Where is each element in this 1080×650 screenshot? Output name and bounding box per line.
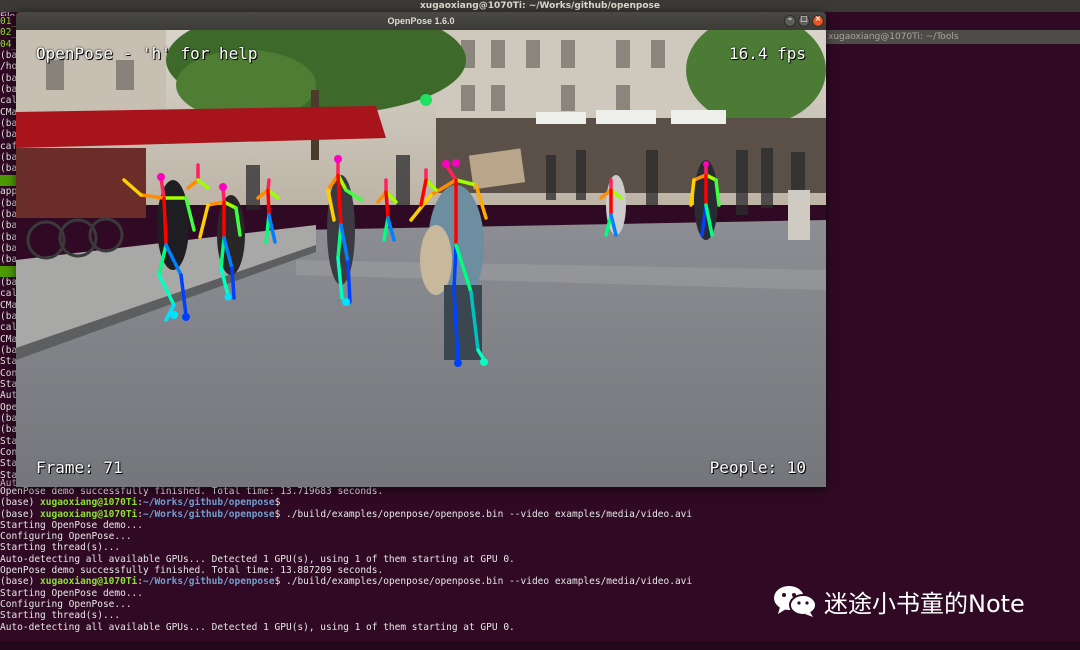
terminal-strip-line: (ba xyxy=(0,118,16,130)
watermark-text: 迷途小书童的Note xyxy=(824,589,1025,618)
people-counter-overlay: People: 10 xyxy=(709,458,806,477)
street-scene xyxy=(16,30,826,487)
minimize-button[interactable]: – xyxy=(784,14,796,27)
terminal-text: Auto-detecting all available GPUs... Det… xyxy=(0,621,515,633)
bollard xyxy=(788,190,810,240)
prompt-path: ~/Works/github/openpose xyxy=(143,497,275,509)
terminal-line: OpenPose demo successfully finished. Tot… xyxy=(0,486,1080,497)
openpose-window-title: OpenPose 1.6.0 xyxy=(387,16,455,26)
terminal-line: Configuring OpenPose... xyxy=(0,531,1080,542)
terminal-strip-line: Aut xyxy=(0,390,16,402)
terminal-text: OpenPose demo successfully finished. Tot… xyxy=(0,486,384,497)
terminal-line: (base) xugaoxiang@1070Ti:~/Works/github/… xyxy=(0,497,1080,508)
terminal-strip-line: caf xyxy=(0,140,16,152)
terminal-text: Auto-detecting all available GPUs... Det… xyxy=(0,553,515,565)
terminal-text: $ ./build/examples/openpose/openpose.bin… xyxy=(274,508,693,520)
fps-overlay: 16.4 fps xyxy=(728,44,806,63)
terminal-strip-line: CMa xyxy=(0,333,16,345)
watermark: 迷途小书童的Note xyxy=(772,584,1025,618)
terminal-strip-line: app xyxy=(0,186,16,198)
terminal-strip-line: 01_ xyxy=(0,16,16,27)
terminal-strip-line: (ba xyxy=(0,163,16,175)
background-terminal-title[interactable]: xugaoxiang@1070Ti: ~/Tools xyxy=(826,30,1080,44)
terminal-text: $ xyxy=(274,497,281,509)
terminal-strip-line xyxy=(0,265,16,277)
terminal-text: $ ./build/examples/openpose/openpose.bin… xyxy=(274,576,693,588)
terminal-strip-line: cal xyxy=(0,322,16,334)
maximize-icon: □ xyxy=(800,14,808,23)
maximize-button[interactable]: □ xyxy=(798,14,810,27)
terminal-text: Configuring OpenPose... xyxy=(0,598,132,610)
terminal-strip-line: (ba xyxy=(0,197,16,209)
terminal-strip-line: CMa xyxy=(0,106,16,118)
frame-counter-overlay: Frame: 71 xyxy=(36,458,123,477)
openpose-titlebar[interactable]: OpenPose 1.6.0 – □ × xyxy=(16,12,826,30)
terminal-line: Auto-detecting all available GPUs... Det… xyxy=(0,554,1080,565)
terminal-strip-line: (ba xyxy=(0,84,16,96)
terminal-strip-line: (ba xyxy=(0,50,16,62)
bicycles xyxy=(26,217,124,260)
terminal-line: Starting thread(s)... xyxy=(0,542,1080,553)
terminal-strip-line: (ba xyxy=(0,254,16,266)
terminal-text: Starting OpenPose demo... xyxy=(0,587,143,599)
terminal-text: OpenPose demo successfully finished. Tot… xyxy=(0,565,384,577)
terminal-strip-line: cal xyxy=(0,288,16,300)
terminal-left-strip: 01_ 02_ 04_ (ba/ho (ba (ba cal CMa (ba (ba caf (ba(… xyxy=(0,16,16,486)
terminal-strip-line: (ba xyxy=(0,242,16,254)
close-button[interactable]: × xyxy=(812,14,824,27)
terminal-strip-line: (ba xyxy=(0,152,16,164)
terminal-strip-line: (ba xyxy=(0,129,16,141)
video-frame: OpenPose - 'h' for help 16.4 fps Frame: … xyxy=(16,30,826,487)
terminal-strip-line: (ba xyxy=(0,310,16,322)
terminal-strip-line: 02_ xyxy=(0,27,16,39)
terminal-text: Configuring OpenPose... xyxy=(0,531,132,543)
terminal-strip-line: (ba xyxy=(0,72,16,84)
terminal-bottom-edge xyxy=(0,641,1080,650)
wechat-icon xyxy=(774,586,817,617)
help-overlay: OpenPose - 'h' for help xyxy=(36,44,258,63)
terminal-strip-line: CMa xyxy=(0,299,16,311)
terminal-strip-line: (ba xyxy=(0,231,16,243)
prompt-path: ~/Works/github/openpose xyxy=(143,508,275,520)
close-icon: × xyxy=(814,14,822,23)
active-window-title: xugaoxiang@1070Ti: ~/Works/github/openpo… xyxy=(419,1,660,11)
minimize-icon: – xyxy=(788,14,792,23)
terminal-strip-line: (ba xyxy=(0,220,16,232)
terminal-strip-line: Sta xyxy=(0,356,16,368)
terminal-text: Starting thread(s)... xyxy=(0,610,121,622)
terminal-strip-line: Con xyxy=(0,447,16,459)
terminal-strip-line: (ba xyxy=(0,276,16,288)
terminal-strip-line: (ba xyxy=(0,424,16,436)
terminal-strip-line: Sta xyxy=(0,379,16,390)
terminal-strip-line: Con xyxy=(0,367,16,379)
terminal-text: Starting OpenPose demo... xyxy=(0,519,143,531)
terminal-text: Starting thread(s)... xyxy=(0,542,121,554)
terminal-strip-line: Sta xyxy=(0,435,16,447)
terminal-strip-line: 04_ xyxy=(0,38,16,50)
terminal-text: (base) xyxy=(0,497,41,509)
terminal-strip-line: (ba xyxy=(0,208,16,220)
openpose-window[interactable]: OpenPose 1.6.0 – □ × OpenPose - 'h' for … xyxy=(16,12,826,487)
terminal-line: (base) xugaoxiang@1070Ti:~/Works/github/… xyxy=(0,509,1080,520)
terminal-strip-line: /ho xyxy=(0,61,16,73)
terminal-strip-line: (ba xyxy=(0,413,16,425)
terminal-line: Auto-detecting all available GPUs... Det… xyxy=(0,622,1080,633)
terminal-text: (base) xyxy=(0,508,41,520)
terminal-line: OpenPose demo successfully finished. Tot… xyxy=(0,565,1080,576)
system-top-bar: xugaoxiang@1070Ti: ~/Works/github/openpo… xyxy=(0,0,1080,12)
terminal-strip-line xyxy=(0,174,16,187)
terminal-strip-line: Sta xyxy=(0,458,16,470)
prompt-user: xugaoxiang@1070Ti xyxy=(40,576,138,588)
prompt-user: xugaoxiang@1070Ti xyxy=(40,497,138,509)
terminal-strip-line: cal xyxy=(0,95,16,107)
terminal-strip-line: (ba xyxy=(0,344,16,356)
terminal-text: (base) xyxy=(0,576,41,588)
prompt-user: xugaoxiang@1070Ti xyxy=(40,508,138,520)
prompt-path: ~/Works/github/openpose xyxy=(143,576,275,588)
terminal-strip-line: Ope xyxy=(0,401,16,413)
terminal-line: Starting OpenPose demo... xyxy=(0,520,1080,531)
